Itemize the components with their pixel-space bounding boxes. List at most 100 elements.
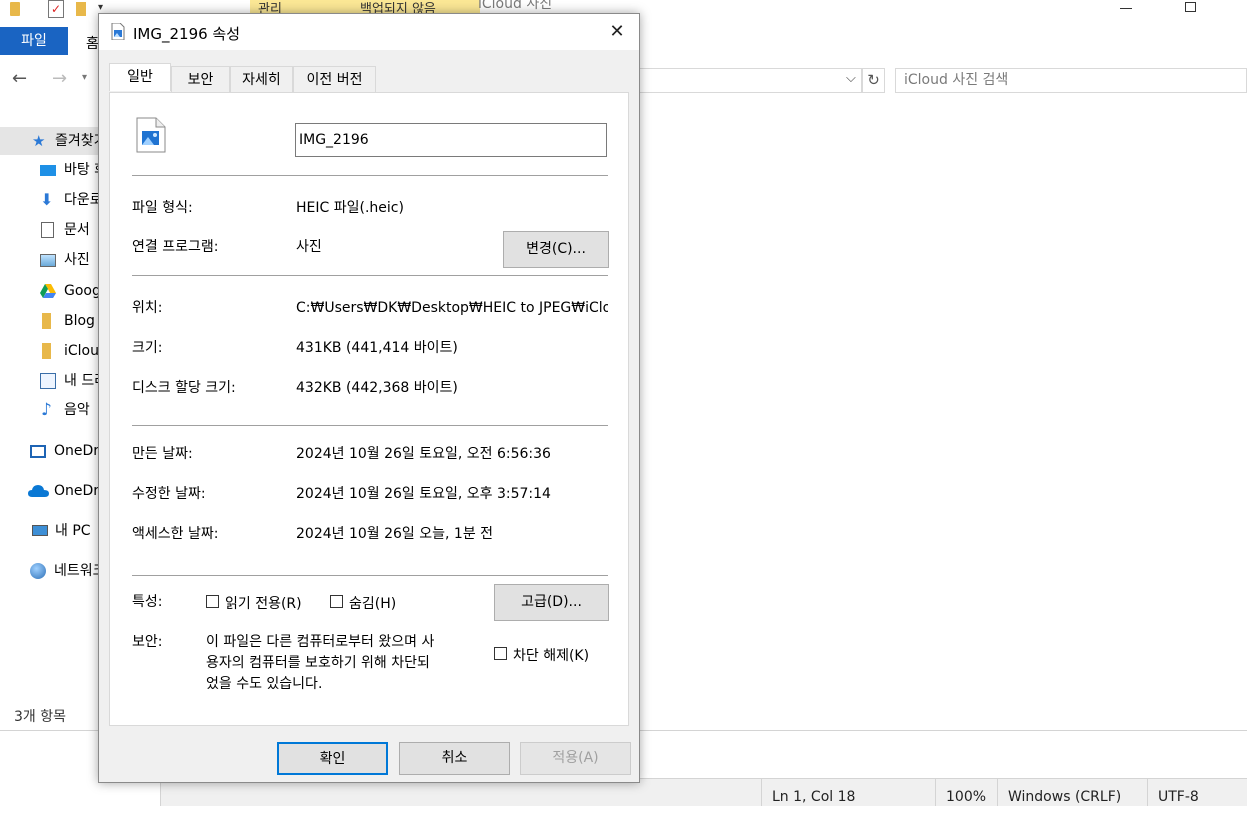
sidebar-item-label: OneDrive — [54, 443, 99, 459]
security-message-line3: 었을 수도 있습니다. — [206, 676, 323, 692]
folder-icon — [42, 313, 51, 329]
search-input[interactable]: iCloud 사진 검색 — [895, 68, 1247, 93]
sidebar-item-label: 음악 — [64, 402, 90, 418]
line-ending: Windows (CRLF) — [997, 779, 1147, 806]
sidebar-item-label: 사진 — [64, 252, 90, 268]
security-message-line1: 이 파일은 다른 컴퓨터로부터 왔으며 사 — [206, 634, 435, 650]
google-drive-icon — [40, 284, 56, 298]
ok-button[interactable]: 확인 — [277, 742, 388, 775]
ribbon-file-tab[interactable]: 파일 — [0, 27, 68, 55]
image-file-icon — [136, 117, 166, 153]
hidden-checkbox[interactable] — [330, 595, 343, 608]
sidebar-item-label: 문서 — [64, 222, 90, 238]
sidebar-item-downloads[interactable]: ⬇ 다운로드 — [0, 186, 99, 214]
size-label: 크기: — [132, 340, 163, 356]
address-bar[interactable] — [640, 68, 862, 93]
created-label: 만든 날짜: — [132, 446, 193, 462]
back-icon[interactable]: ← — [12, 68, 27, 89]
security-label: 보안: — [132, 634, 163, 650]
unblock-checkbox[interactable] — [494, 647, 507, 660]
folder-icon — [10, 2, 20, 16]
location-value: C:₩Users₩DK₩Desktop₩HEIC to JPEG₩iCloud … — [296, 300, 608, 316]
accessed-value: 2024년 10월 26일 오늘, 1분 전 — [296, 526, 494, 542]
sidebar-item-label: 내 PC — [55, 523, 91, 539]
file-type-label: 파일 형식: — [132, 200, 193, 216]
sidebar-item-onedrive-personal[interactable]: OneDrive — [0, 437, 99, 465]
cursor-position: Ln 1, Col 18 — [761, 779, 935, 806]
pc-icon — [32, 525, 48, 536]
sidebar-item-this-pc[interactable]: 내 PC — [0, 517, 99, 545]
encoding: UTF-8 — [1147, 779, 1247, 806]
my-drive-icon — [40, 373, 56, 389]
sidebar-item-music[interactable]: ♪ 음악 — [0, 396, 99, 424]
sidebar-item-label: Blog — [64, 313, 95, 329]
sidebar-item-blog[interactable]: Blog — [0, 307, 99, 335]
forward-icon[interactable]: → — [52, 68, 67, 89]
new-folder-icon[interactable] — [76, 2, 86, 16]
image-file-icon — [111, 23, 125, 40]
properties-check-icon[interactable]: ✓ — [48, 0, 64, 18]
created-value: 2024년 10월 26일 토요일, 오전 6:56:36 — [296, 446, 551, 462]
divider — [132, 175, 608, 176]
attributes-label: 특성: — [132, 594, 163, 610]
readonly-label[interactable]: 읽기 전용(R) — [225, 593, 302, 613]
file-name-input[interactable] — [295, 123, 607, 157]
size-value: 431KB (441,414 바이트) — [296, 340, 458, 356]
address-dropdown-icon[interactable]: ⌵ — [846, 71, 856, 86]
sidebar-item-documents[interactable]: 문서 — [0, 216, 99, 244]
pictures-icon — [40, 254, 56, 267]
window-title: iCloud 사진 — [478, 0, 553, 12]
change-program-button[interactable]: 변경(C)... — [503, 231, 609, 268]
sidebar-item-desktop[interactable]: 바탕 화면 — [0, 156, 99, 184]
sidebar-item-label: 다운로드 — [64, 192, 99, 208]
tab-previous-versions[interactable]: 이전 버전 — [293, 66, 376, 92]
sidebar-item-icloud-photos[interactable]: iCloud 사진 — [0, 337, 99, 365]
divider — [132, 275, 608, 276]
advanced-button[interactable]: 고급(D)... — [494, 584, 609, 621]
tab-details[interactable]: 자세히 — [230, 66, 293, 92]
unblock-label[interactable]: 차단 해제(K) — [513, 645, 589, 665]
close-icon[interactable]: ✕ — [603, 18, 631, 46]
tab-security[interactable]: 보안 — [171, 66, 230, 92]
onedrive-personal-icon — [30, 445, 46, 458]
accessed-label: 액세스한 날짜: — [132, 526, 219, 542]
properties-dialog: IMG_2196 속성 ✕ 일반 보안 자세히 이전 버전 파일 형식: HEI… — [98, 13, 640, 783]
location-label: 위치: — [132, 300, 163, 316]
hidden-label[interactable]: 숨김(H) — [349, 593, 396, 613]
sidebar-item-quick-access[interactable]: ★ 즐겨찾기 — [0, 127, 99, 155]
sidebar-item-onedrive[interactable]: OneDrive — [0, 477, 99, 505]
quick-access-dropdown-icon[interactable]: ▾ — [98, 2, 103, 13]
dialog-title-bar[interactable]: IMG_2196 속성 ✕ — [99, 14, 639, 50]
recent-locations-icon[interactable]: ▾ — [82, 72, 87, 83]
apply-button[interactable]: 적용(A) — [520, 742, 631, 775]
size-on-disk-value: 432KB (442,368 바이트) — [296, 380, 458, 396]
sidebar-item-label: OneDrive — [54, 483, 99, 499]
network-icon — [30, 563, 46, 579]
zoom-level: 100% — [935, 779, 997, 806]
sidebar-item-label: Google Drive — [64, 283, 99, 299]
minimize-button[interactable] — [1120, 8, 1132, 9]
ribbon-home-tab[interactable]: 홈 — [86, 33, 99, 53]
readonly-checkbox[interactable] — [206, 595, 219, 608]
cancel-button[interactable]: 취소 — [399, 742, 510, 775]
sidebar-item-label: iCloud 사진 — [64, 343, 99, 359]
sidebar-item-google-drive[interactable]: Google Drive — [0, 277, 99, 305]
refresh-icon[interactable]: ↻ — [862, 68, 885, 93]
tab-general[interactable]: 일반 — [109, 63, 171, 91]
sidebar-item-my-drive[interactable]: 내 드라이브 — [0, 367, 99, 395]
sidebar-item-network[interactable]: 네트워크 — [0, 557, 99, 585]
onedrive-cloud-icon — [28, 485, 49, 497]
sidebar-item-pictures[interactable]: 사진 — [0, 246, 99, 274]
size-on-disk-label: 디스크 할당 크기: — [132, 380, 236, 396]
document-icon — [41, 222, 54, 238]
file-type-value: HEIC 파일(.heic) — [296, 200, 404, 216]
general-tab-panel: 파일 형식: HEIC 파일(.heic) 연결 프로그램: 사진 변경(C).… — [109, 92, 629, 726]
music-icon: ♪ — [41, 400, 52, 420]
sidebar-item-label: 바탕 화면 — [64, 162, 99, 178]
sidebar-item-label: 내 드라이브 — [64, 373, 99, 389]
maximize-button[interactable] — [1185, 2, 1196, 12]
divider — [132, 425, 608, 426]
modified-label: 수정한 날짜: — [132, 486, 206, 502]
modified-value: 2024년 10월 26일 토요일, 오후 3:57:14 — [296, 486, 551, 502]
opens-with-label: 연결 프로그램: — [132, 239, 219, 255]
